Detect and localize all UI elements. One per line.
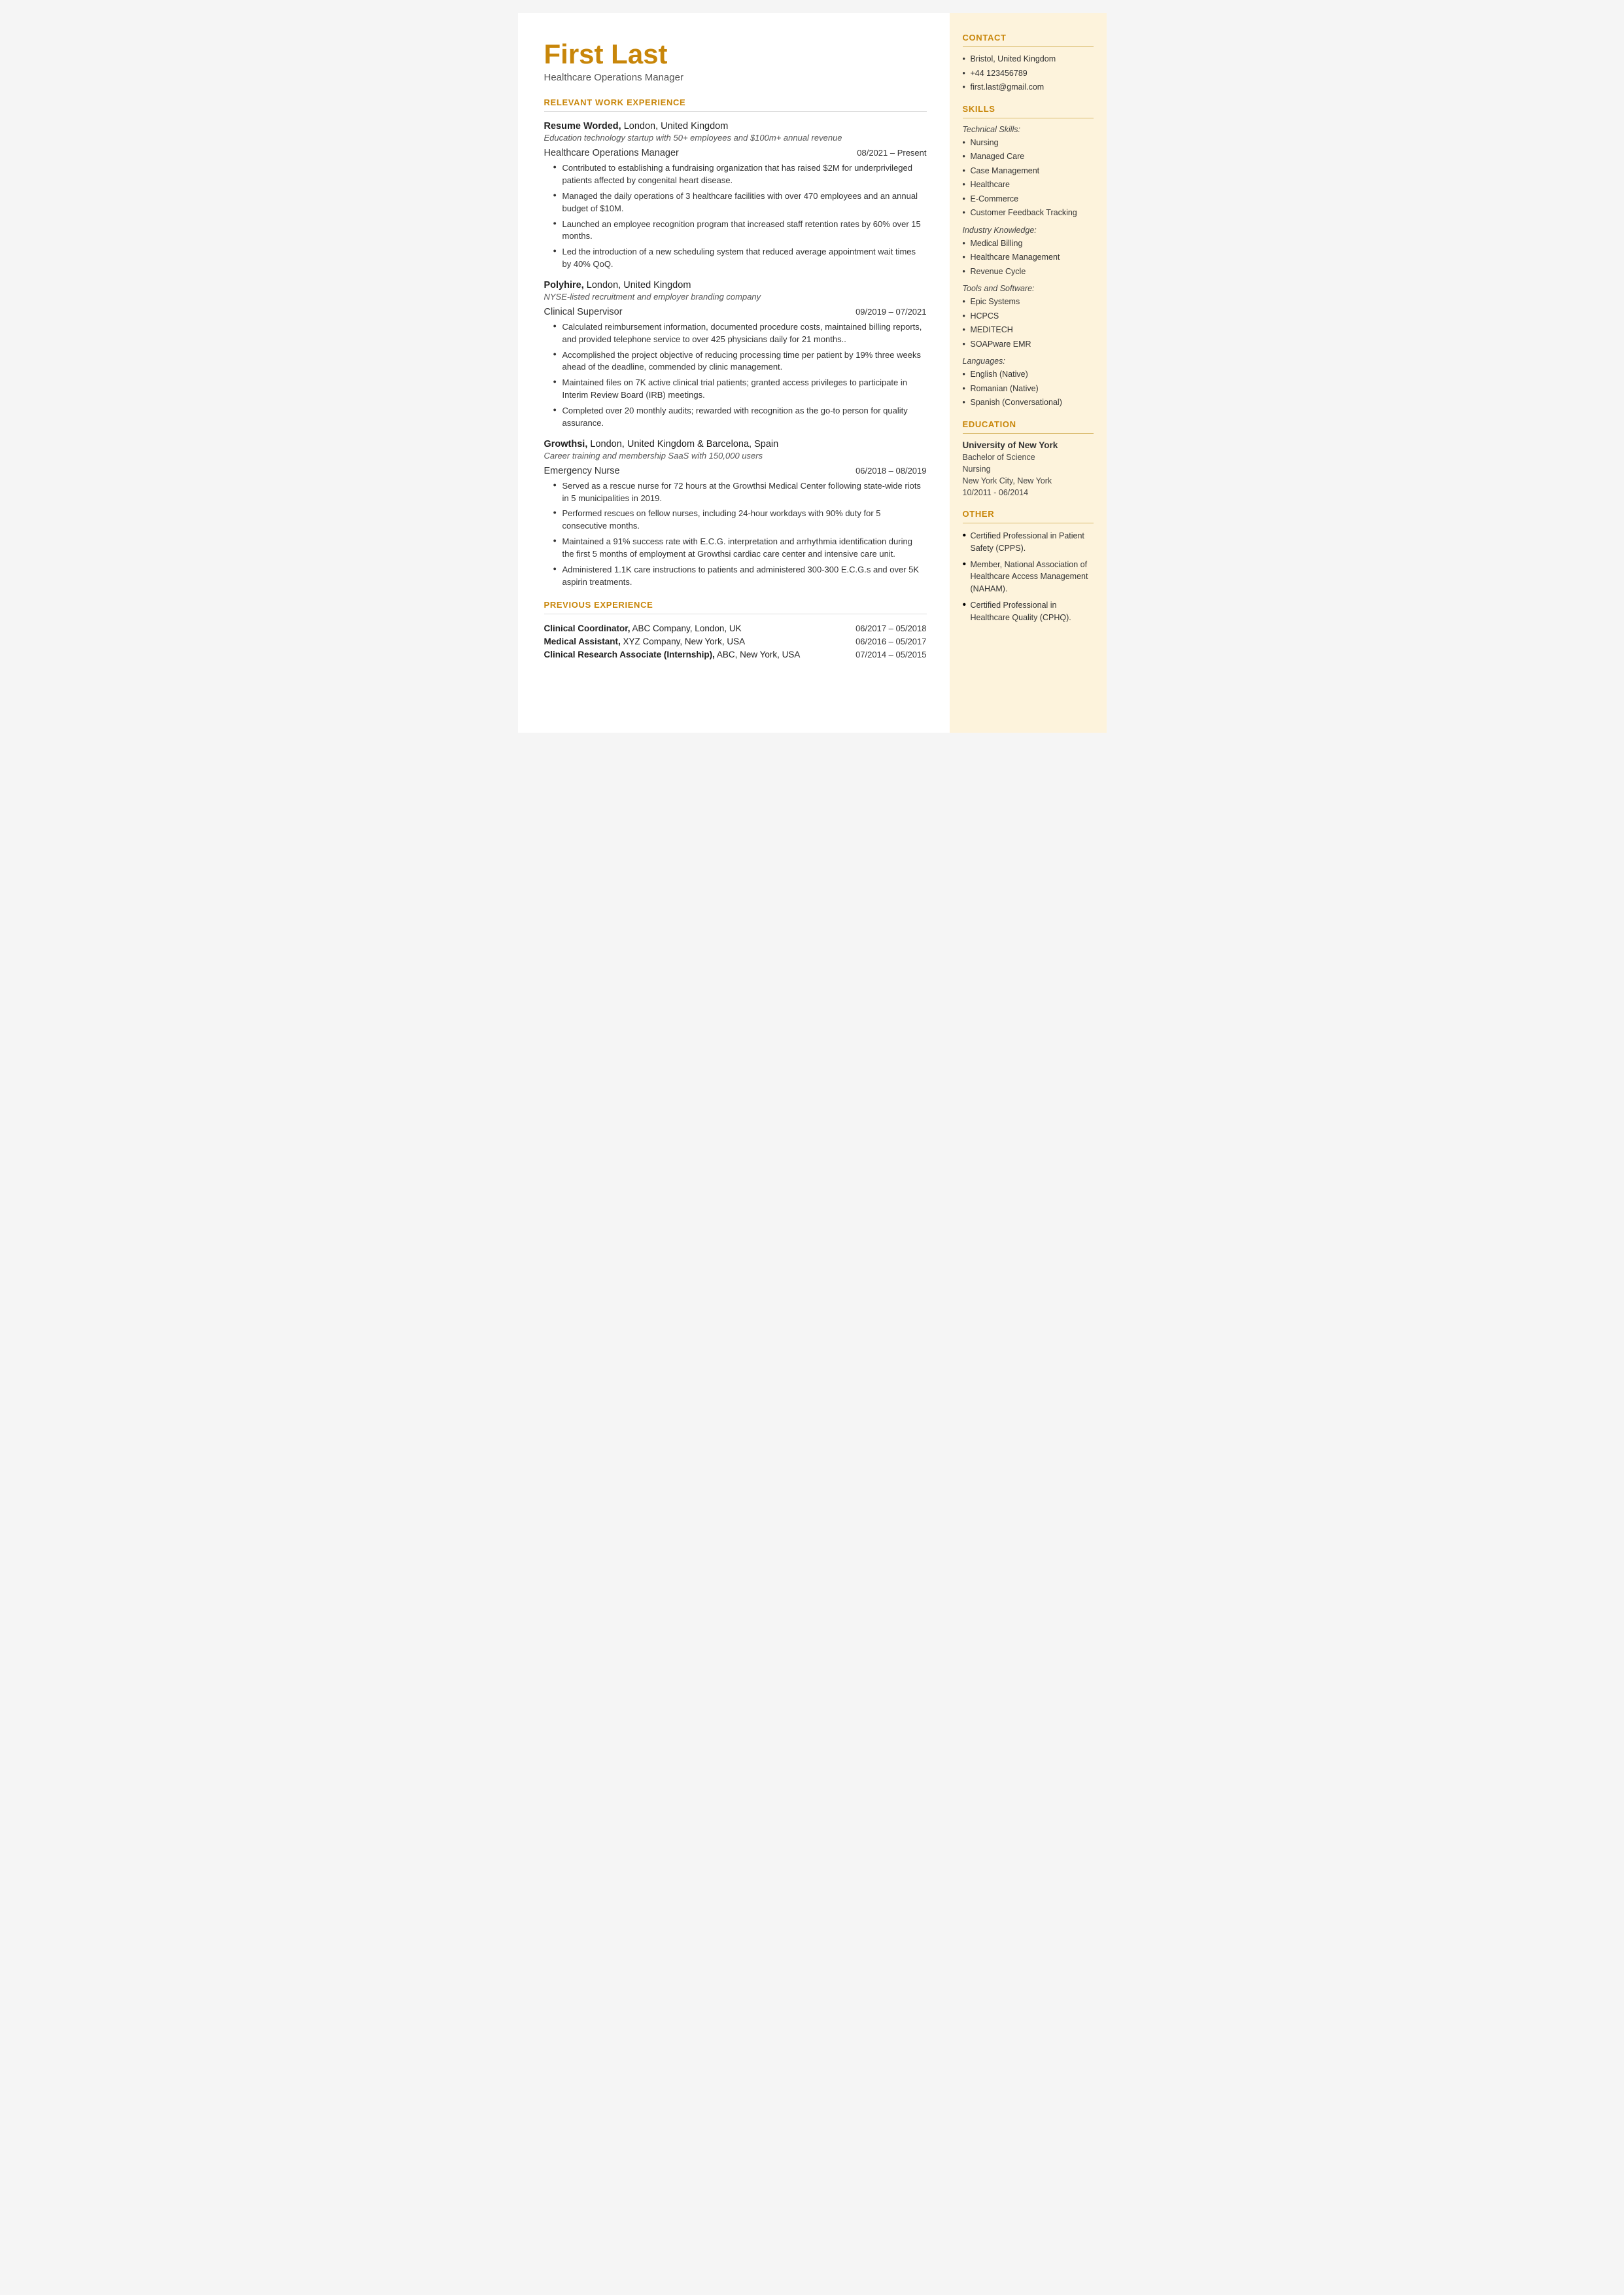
company-subtitle-3: Career training and membership SaaS with… (544, 451, 927, 461)
skills-cat-technical: Technical Skills: (963, 125, 1094, 134)
skill-item: SOAPware EMR (963, 339, 1094, 351)
skill-item: Epic Systems (963, 296, 1094, 308)
contact-heading: CONTACT (963, 33, 1094, 43)
company-name-1: Resume Worded, London, United Kingdom (544, 121, 729, 131)
prev-exp-item-2: Clinical Research Associate (Internship)… (544, 650, 927, 659)
job-dates-1-0: 08/2021 – Present (857, 148, 926, 158)
skill-item: Healthcare (963, 179, 1094, 191)
skill-item: Customer Feedback Tracking (963, 207, 1094, 219)
prev-exp-dates-0: 06/2017 – 05/2018 (855, 623, 926, 633)
prev-exp-label-1: Medical Assistant, XYZ Company, New York… (544, 637, 746, 646)
candidate-name: First Last (544, 39, 927, 69)
bullet-item: Calculated reimbursement information, do… (553, 321, 927, 346)
job-dates-2-0: 09/2019 – 07/2021 (855, 307, 926, 317)
bullet-item: Administered 1.1K care instructions to p… (553, 564, 927, 589)
prev-exp-label-0: Clinical Coordinator, ABC Company, Londo… (544, 623, 742, 633)
edu-school-name: University of New York (963, 440, 1094, 450)
bullet-item: Contributed to establishing a fundraisin… (553, 162, 927, 187)
company-subtitle-1: Education technology startup with 50+ em… (544, 133, 927, 143)
bullet-item: Completed over 20 monthly audits; reward… (553, 405, 927, 430)
edu-location: New York City, New York (963, 475, 1094, 487)
skill-item: Spanish (Conversational) (963, 397, 1094, 409)
skill-item: E-Commerce (963, 194, 1094, 205)
company-subtitle-2: NYSE-listed recruitment and employer bra… (544, 292, 927, 302)
job-header-3-0: Emergency Nurse 06/2018 – 08/2019 (544, 466, 927, 476)
edu-degree: Bachelor of Science (963, 451, 1094, 463)
bullet-item: Maintained files on 7K active clinical t… (553, 377, 927, 402)
skill-item: Nursing (963, 137, 1094, 149)
prev-exp-item-1: Medical Assistant, XYZ Company, New York… (544, 637, 927, 646)
edu-dates: 10/2011 - 06/2014 (963, 487, 1094, 499)
job-header-1-0: Healthcare Operations Manager 08/2021 – … (544, 148, 927, 158)
edu-field: Nursing (963, 463, 1094, 475)
skill-item: Revenue Cycle (963, 266, 1094, 278)
skill-item: MEDITECH (963, 324, 1094, 336)
company-header-2: Polyhire, London, United Kingdom (544, 280, 927, 290)
bullet-item: Led the introduction of a new scheduling… (553, 246, 927, 271)
job-bullets-3-0: Served as a rescue nurse for 72 hours at… (544, 480, 927, 589)
bullet-item: Accomplished the project objective of re… (553, 349, 927, 374)
job-dates-3-0: 06/2018 – 08/2019 (855, 466, 926, 476)
skills-cat-industry: Industry Knowledge: (963, 226, 1094, 235)
contact-item-location: Bristol, United Kingdom (963, 54, 1094, 65)
skills-heading: SKILLS (963, 104, 1094, 114)
company-header-1: Resume Worded, London, United Kingdom (544, 121, 927, 131)
other-text-2: Certified Professional in Healthcare Qua… (971, 601, 1071, 622)
right-column: CONTACT Bristol, United Kingdom +44 1234… (950, 13, 1107, 733)
prev-exp-dates-2: 07/2014 – 05/2015 (855, 650, 926, 659)
left-column: First Last Healthcare Operations Manager… (518, 13, 950, 733)
skill-item: Managed Care (963, 151, 1094, 163)
prev-exp-label-2: Clinical Research Associate (Internship)… (544, 650, 801, 659)
other-item-2: Certified Professional in Healthcare Qua… (963, 599, 1094, 624)
contact-list: Bristol, United Kingdom +44 123456789 fi… (963, 54, 1094, 94)
skill-item: English (Native) (963, 369, 1094, 381)
other-heading: OTHER (963, 509, 1094, 519)
education-heading: EDUCATION (963, 419, 1094, 429)
bullet-item: Served as a rescue nurse for 72 hours at… (553, 480, 927, 505)
skill-item: Romanian (Native) (963, 383, 1094, 395)
previous-exp-heading: PREVIOUS EXPERIENCE (544, 600, 927, 610)
skills-industry-list: Medical Billing Healthcare Management Re… (963, 238, 1094, 278)
bullet-item: Performed rescues on fellow nurses, incl… (553, 508, 927, 533)
bullet-item: Managed the daily operations of 3 health… (553, 190, 927, 215)
contact-item-email: first.last@gmail.com (963, 82, 1094, 94)
skills-languages-list: English (Native) Romanian (Native) Spani… (963, 369, 1094, 409)
skill-item: Healthcare Management (963, 252, 1094, 264)
company-name-3: Growthsi, London, United Kingdom & Barce… (544, 439, 779, 449)
job-title-3-0: Emergency Nurse (544, 466, 620, 476)
other-item-1: Member, National Association of Healthca… (963, 559, 1094, 595)
skill-item: Case Management (963, 166, 1094, 177)
relevant-work-heading: RELEVANT WORK EXPERIENCE (544, 97, 927, 107)
prev-exp-item-0: Clinical Coordinator, ABC Company, Londo… (544, 623, 927, 633)
contact-divider (963, 46, 1094, 47)
other-text-1: Member, National Association of Healthca… (971, 560, 1088, 594)
job-bullets-1-0: Contributed to establishing a fundraisin… (544, 162, 927, 271)
job-header-2-0: Clinical Supervisor 09/2019 – 07/2021 (544, 307, 927, 317)
job-bullets-2-0: Calculated reimbursement information, do… (544, 321, 927, 430)
skill-item: Medical Billing (963, 238, 1094, 250)
other-item-0: Certified Professional in Patient Safety… (963, 530, 1094, 555)
bullet-item: Launched an employee recognition program… (553, 219, 927, 243)
education-divider (963, 433, 1094, 434)
candidate-title: Healthcare Operations Manager (544, 72, 927, 83)
job-title-1-0: Healthcare Operations Manager (544, 148, 679, 158)
other-text-0: Certified Professional in Patient Safety… (971, 531, 1084, 553)
relevant-work-divider (544, 111, 927, 112)
resume-container: First Last Healthcare Operations Manager… (518, 13, 1107, 733)
prev-exp-dates-1: 06/2016 – 05/2017 (855, 637, 926, 646)
skills-technical-list: Nursing Managed Care Case Management Hea… (963, 137, 1094, 219)
skills-tools-list: Epic Systems HCPCS MEDITECH SOAPware EMR (963, 296, 1094, 350)
job-title-2-0: Clinical Supervisor (544, 307, 623, 317)
company-header-3: Growthsi, London, United Kingdom & Barce… (544, 439, 927, 449)
skills-cat-languages: Languages: (963, 357, 1094, 366)
bullet-item: Maintained a 91% success rate with E.C.G… (553, 536, 927, 561)
skill-item: HCPCS (963, 311, 1094, 323)
company-name-2: Polyhire, London, United Kingdom (544, 280, 691, 290)
skills-cat-tools: Tools and Software: (963, 284, 1094, 293)
contact-item-phone: +44 123456789 (963, 68, 1094, 80)
